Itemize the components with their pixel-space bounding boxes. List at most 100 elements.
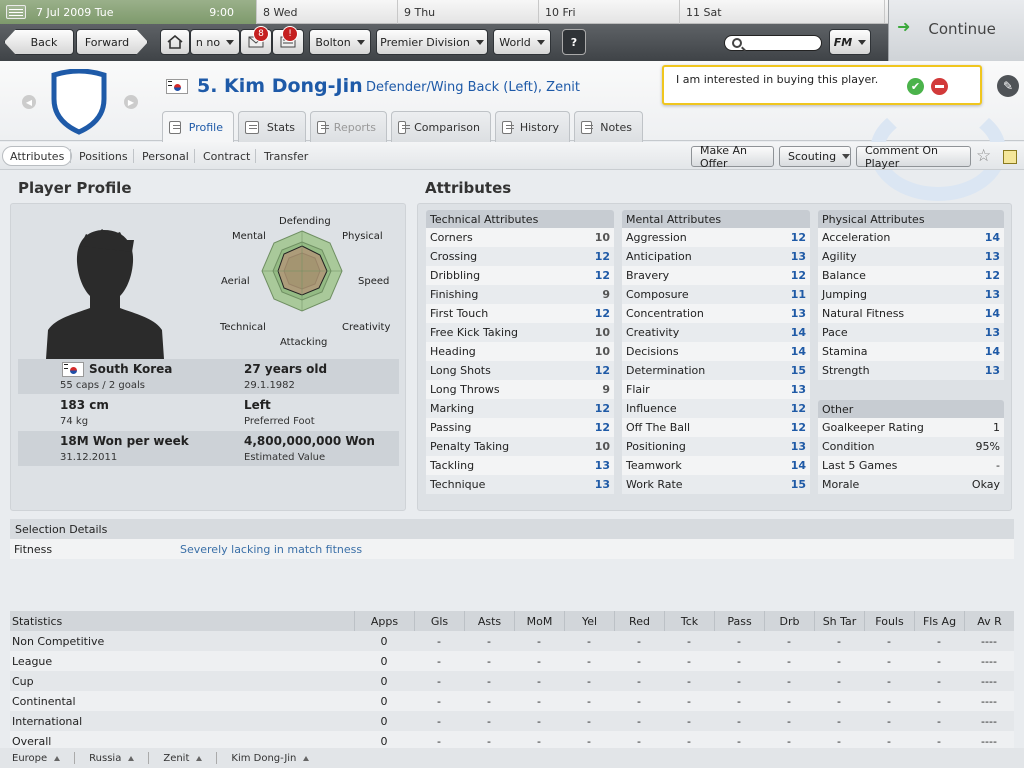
column-header[interactable]: Fouls bbox=[864, 611, 914, 631]
settings-wrench-icon[interactable]: ✎ bbox=[997, 75, 1019, 97]
world-menu[interactable]: World bbox=[493, 29, 551, 55]
column-header[interactable]: Asts bbox=[464, 611, 514, 631]
comment-button[interactable]: Comment On Player bbox=[856, 144, 971, 170]
shortlist-star-icon[interactable]: ☆ bbox=[976, 146, 991, 166]
attribute-name: Acceleration bbox=[822, 231, 891, 244]
attribute-row: Decisions 14 bbox=[622, 342, 810, 361]
breadcrumb-item[interactable]: Kim Dong-Jin bbox=[231, 753, 310, 764]
physical-attributes: Physical Attributes Acceleration 14 Agilit… bbox=[818, 210, 1004, 380]
column-header[interactable]: Gls bbox=[414, 611, 464, 631]
table-cell: - bbox=[787, 654, 791, 668]
inbox-button[interactable]: 8 bbox=[240, 26, 272, 55]
manager-menu[interactable]: n no bbox=[190, 29, 240, 55]
tab-profile[interactable]: Profile bbox=[162, 111, 234, 143]
table-row: League 0- - - - - - - - - - - ---- bbox=[10, 651, 1014, 671]
alerts-button[interactable]: ! bbox=[272, 26, 304, 55]
attribute-value: 10 bbox=[594, 231, 610, 244]
column-header[interactable]: Fls Ag bbox=[914, 611, 964, 631]
tab-reports[interactable]: Reports bbox=[310, 111, 387, 142]
subtab-positions[interactable]: Positions bbox=[72, 146, 135, 166]
add-note-icon[interactable] bbox=[1003, 150, 1017, 164]
subtab-personal[interactable]: Personal bbox=[135, 146, 196, 166]
dismiss-icon[interactable] bbox=[931, 78, 948, 95]
column-header[interactable]: Red bbox=[614, 611, 664, 631]
statistics-heading[interactable]: Statistics bbox=[12, 615, 62, 628]
attribute-name: Bravery bbox=[626, 269, 670, 282]
calendar-today[interactable]: 7 Jul 2009 Tue 9:00 bbox=[0, 0, 256, 24]
tab-stats[interactable]: Stats bbox=[238, 111, 306, 142]
attribute-name: Teamwork bbox=[626, 459, 682, 472]
tab-comparison[interactable]: Comparison bbox=[391, 111, 491, 142]
table-cell: ---- bbox=[981, 714, 997, 728]
attribute-row: Off The Ball 12 bbox=[622, 418, 810, 437]
back-button[interactable]: Back bbox=[4, 29, 74, 55]
attribute-row: Positioning 13 bbox=[622, 437, 810, 456]
column-header[interactable]: Apps bbox=[354, 611, 414, 631]
attribute-value: 12 bbox=[594, 269, 610, 282]
chevron-down-icon bbox=[475, 39, 484, 45]
nation[interactable]: South Korea bbox=[89, 362, 172, 376]
attribute-name: Finishing bbox=[430, 288, 479, 301]
breadcrumb-item[interactable]: Russia bbox=[89, 753, 135, 764]
column-header[interactable]: Sh Tar bbox=[814, 611, 864, 631]
help-button[interactable]: ? bbox=[562, 29, 586, 55]
search-input[interactable] bbox=[724, 35, 822, 51]
calendar-day[interactable]: 11 Sat bbox=[679, 0, 820, 24]
make-offer-button[interactable]: Make An Offer bbox=[691, 144, 774, 170]
attribute-value: 13 bbox=[790, 250, 806, 263]
breadcrumb-item[interactable]: Zenit bbox=[163, 753, 203, 764]
calendar-day[interactable]: 9 Thu bbox=[397, 0, 538, 24]
table-cell: - bbox=[937, 674, 941, 688]
column-header[interactable]: Av R bbox=[964, 611, 1014, 631]
column-header[interactable]: MoM bbox=[514, 611, 564, 631]
row-label: Overall bbox=[12, 734, 52, 748]
breadcrumb-item[interactable]: Europe bbox=[12, 753, 61, 764]
attribute-name: Morale bbox=[822, 478, 860, 491]
attribute-row: Creativity 14 bbox=[622, 323, 810, 342]
subtab-contract[interactable]: Contract bbox=[196, 146, 257, 166]
attribute-value: 12 bbox=[594, 250, 610, 263]
column-header[interactable]: Yel bbox=[564, 611, 614, 631]
radar-label-speed: Speed bbox=[358, 276, 390, 287]
table-cell: - bbox=[787, 694, 791, 708]
table-cell: - bbox=[887, 674, 891, 688]
fm-menu[interactable]: FM bbox=[829, 29, 871, 55]
forward-button[interactable]: Forward bbox=[76, 29, 148, 55]
attribute-list: Corners 10 Crossing 12 Dribbling 12 Finishing 9… bbox=[426, 228, 614, 494]
club-menu[interactable]: Bolton bbox=[309, 29, 371, 55]
column-header[interactable]: Tck bbox=[664, 611, 714, 631]
division-menu[interactable]: Premier Division bbox=[376, 29, 488, 55]
table-cell: - bbox=[537, 634, 541, 648]
age: 27 years old bbox=[244, 362, 328, 376]
row-label: Cup bbox=[12, 674, 34, 688]
chevron-up-icon bbox=[54, 755, 61, 761]
tab-notes[interactable]: Notes bbox=[574, 111, 643, 142]
calendar-day[interactable]: 8 Wed bbox=[256, 0, 397, 24]
table-cell: 0 bbox=[380, 734, 388, 748]
continue-button[interactable]: ➜ Continue bbox=[888, 0, 1024, 61]
prev-player-icon[interactable]: ◀ bbox=[22, 95, 36, 109]
column-header[interactable]: Pass bbox=[714, 611, 764, 631]
subtab-transfer[interactable]: Transfer bbox=[257, 146, 315, 166]
attribute-value: 12 bbox=[790, 402, 806, 415]
search-icon bbox=[732, 38, 742, 48]
tab-label: Comparison bbox=[414, 120, 480, 134]
column-header[interactable]: Drb bbox=[764, 611, 814, 631]
tab-history[interactable]: History bbox=[495, 111, 570, 142]
attribute-name: Natural Fitness bbox=[822, 307, 905, 320]
fitness-row: Fitness Severely lacking in match fitnes… bbox=[10, 539, 1014, 559]
attribute-row: Long Shots 12 bbox=[426, 361, 614, 380]
breadcrumb-separator bbox=[148, 752, 150, 764]
next-player-icon[interactable]: ▶ bbox=[124, 95, 138, 109]
attribute-row: Influence 12 bbox=[622, 399, 810, 418]
table-cell: - bbox=[687, 654, 691, 668]
home-button[interactable] bbox=[160, 29, 190, 55]
table-cell: ---- bbox=[981, 734, 997, 748]
estimated-value: 4,800,000,000 Won bbox=[244, 434, 375, 448]
calendar-day[interactable]: 10 Fri bbox=[538, 0, 679, 24]
attribute-row: Natural Fitness 14 bbox=[818, 304, 1004, 323]
scouting-menu[interactable]: Scouting bbox=[779, 146, 851, 167]
scouting-label: Scouting bbox=[788, 150, 837, 163]
subtab-attributes[interactable]: Attributes bbox=[2, 146, 73, 166]
confirm-icon[interactable]: ✔ bbox=[907, 78, 924, 95]
